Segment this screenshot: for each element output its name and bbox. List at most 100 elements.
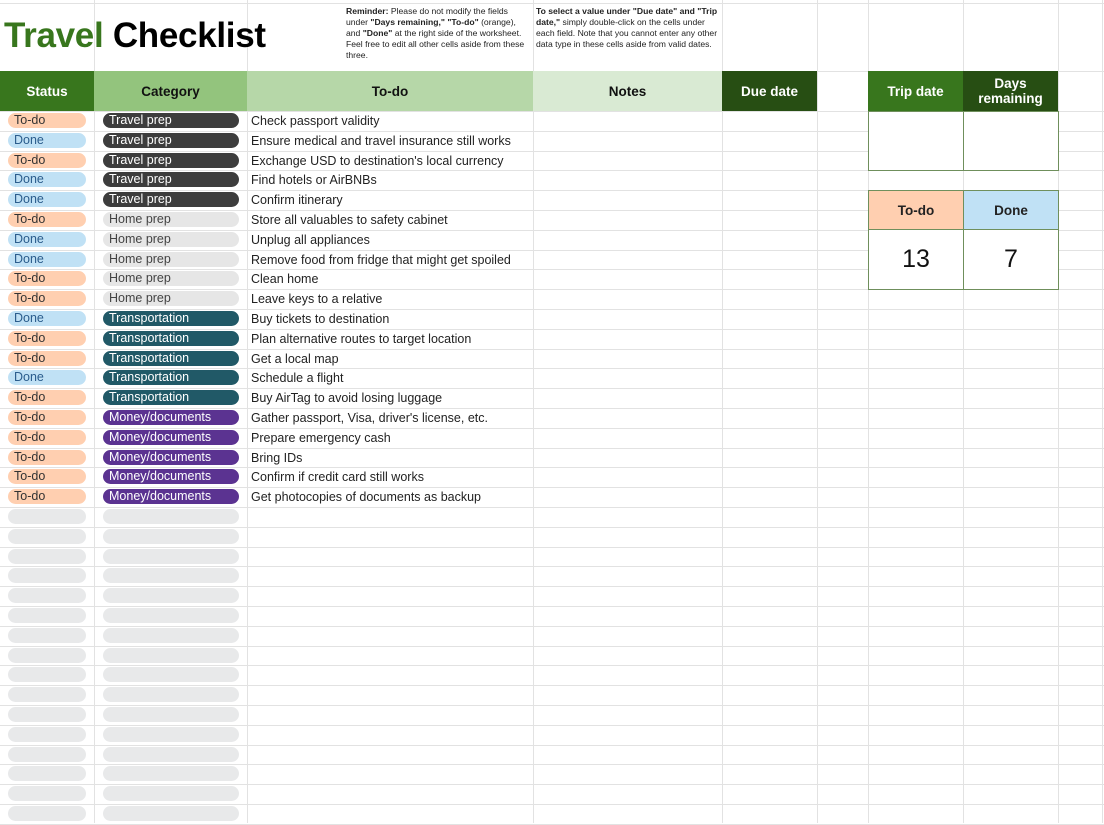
status-dropdown-empty[interactable] [8, 528, 86, 544]
status-dropdown-empty[interactable] [8, 568, 86, 584]
category-dropdown[interactable]: Transportation [103, 330, 239, 346]
category-dropdown[interactable]: Home prep [103, 291, 239, 307]
category-dropdown[interactable]: Home prep [103, 251, 239, 267]
todo-cell[interactable]: Remove food from fridge that might get s… [251, 251, 511, 269]
todo-cell[interactable]: Exchange USD to destination's local curr… [251, 152, 504, 170]
status-dropdown[interactable]: Done [8, 192, 86, 208]
category-dropdown-empty[interactable] [103, 627, 239, 643]
category-dropdown-empty[interactable] [103, 647, 239, 663]
status-dropdown[interactable]: To-do [8, 212, 86, 227]
category-dropdown-empty[interactable] [103, 766, 239, 782]
status-dropdown-empty[interactable] [8, 746, 86, 762]
status-dropdown-empty[interactable] [8, 588, 86, 604]
status-dropdown-empty[interactable] [8, 667, 86, 683]
category-dropdown[interactable]: Money/documents [103, 469, 239, 485]
status-dropdown[interactable]: To-do [8, 489, 86, 505]
category-dropdown[interactable]: Travel prep [103, 152, 239, 168]
category-dropdown-empty[interactable] [103, 608, 239, 623]
status-dropdown-empty[interactable] [8, 548, 86, 564]
header-todo[interactable]: To-do [247, 71, 533, 111]
status-dropdown[interactable]: Done [8, 311, 86, 326]
category-dropdown[interactable]: Travel prep [103, 192, 239, 208]
todo-cell[interactable]: Unplug all appliances [251, 231, 370, 249]
status-dropdown-empty[interactable] [8, 806, 86, 821]
category-dropdown[interactable]: Travel prep [103, 113, 239, 128]
todo-cell[interactable]: Prepare emergency cash [251, 429, 391, 447]
status-dropdown-empty[interactable] [8, 647, 86, 663]
status-dropdown[interactable]: Done [8, 132, 86, 148]
category-dropdown-empty[interactable] [103, 806, 239, 821]
status-dropdown[interactable]: To-do [8, 113, 86, 128]
status-dropdown[interactable]: To-do [8, 390, 86, 406]
status-dropdown[interactable]: To-do [8, 410, 86, 425]
category-dropdown[interactable]: Money/documents [103, 449, 239, 465]
todo-cell[interactable]: Get a local map [251, 350, 339, 368]
status-dropdown-empty[interactable] [8, 687, 86, 703]
todo-cell[interactable]: Plan alternative routes to target locati… [251, 330, 471, 348]
status-dropdown[interactable]: To-do [8, 350, 86, 366]
category-dropdown-empty[interactable] [103, 588, 239, 604]
header-notes[interactable]: Notes [533, 71, 722, 111]
status-dropdown[interactable]: To-do [8, 469, 86, 485]
todo-cell[interactable]: Confirm itinerary [251, 191, 343, 209]
category-dropdown-empty[interactable] [103, 548, 239, 564]
category-dropdown[interactable]: Travel prep [103, 132, 239, 148]
category-dropdown[interactable]: Money/documents [103, 429, 239, 445]
status-dropdown-empty[interactable] [8, 726, 86, 742]
category-dropdown[interactable]: Transportation [103, 370, 239, 386]
todo-cell[interactable]: Find hotels or AirBNBs [251, 171, 377, 189]
header-trip-date[interactable]: Trip date [868, 71, 963, 111]
category-dropdown-empty[interactable] [103, 726, 239, 742]
status-dropdown[interactable]: Done [8, 172, 86, 188]
header-days-remaining[interactable]: Days remaining [963, 71, 1058, 111]
todo-cell[interactable]: Leave keys to a relative [251, 290, 382, 308]
category-dropdown-empty[interactable] [103, 667, 239, 683]
date-select-note[interactable]: To select a value under "Due date" and "… [536, 6, 720, 50]
category-dropdown-empty[interactable] [103, 528, 239, 544]
category-dropdown[interactable]: Transportation [103, 311, 239, 326]
status-dropdown[interactable]: To-do [8, 152, 86, 168]
todo-cell[interactable]: Buy AirTag to avoid losing luggage [251, 389, 442, 407]
category-dropdown[interactable]: Transportation [103, 390, 239, 406]
reminder-note[interactable]: Reminder: Please do not modify the field… [346, 6, 526, 61]
category-dropdown-empty[interactable] [103, 568, 239, 584]
todo-cell[interactable]: Clean home [251, 270, 318, 288]
todo-cell[interactable]: Store all valuables to safety cabinet [251, 211, 448, 229]
todo-cell[interactable]: Gather passport, Visa, driver's license,… [251, 409, 488, 427]
status-dropdown-empty[interactable] [8, 766, 86, 782]
todo-cell[interactable]: Bring IDs [251, 449, 302, 467]
category-dropdown-empty[interactable] [103, 746, 239, 762]
status-dropdown[interactable]: Done [8, 251, 86, 267]
todo-cell[interactable]: Get photocopies of documents as backup [251, 488, 481, 506]
todo-cell[interactable]: Buy tickets to destination [251, 310, 389, 328]
header-status[interactable]: Status [0, 71, 94, 111]
category-dropdown[interactable]: Home prep [103, 231, 239, 247]
category-dropdown[interactable]: Transportation [103, 350, 239, 366]
todo-cell[interactable]: Confirm if credit card still works [251, 468, 424, 486]
category-dropdown-empty[interactable] [103, 687, 239, 703]
status-dropdown-empty[interactable] [8, 509, 86, 524]
category-dropdown-empty[interactable] [103, 509, 239, 524]
category-dropdown[interactable]: Money/documents [103, 489, 239, 505]
status-dropdown[interactable]: Done [8, 231, 86, 247]
status-dropdown[interactable]: Done [8, 370, 86, 386]
header-category[interactable]: Category [94, 71, 247, 111]
status-dropdown-empty[interactable] [8, 707, 86, 722]
todo-cell[interactable]: Ensure medical and travel insurance stil… [251, 132, 511, 150]
header-due-date[interactable]: Due date [722, 71, 817, 111]
status-dropdown[interactable]: To-do [8, 449, 86, 465]
status-dropdown[interactable]: To-do [8, 429, 86, 445]
status-dropdown-empty[interactable] [8, 608, 86, 623]
status-dropdown-empty[interactable] [8, 627, 86, 643]
status-dropdown[interactable]: To-do [8, 271, 86, 287]
category-dropdown-empty[interactable] [103, 786, 239, 802]
todo-cell[interactable]: Check passport validity [251, 112, 380, 130]
category-dropdown-empty[interactable] [103, 707, 239, 722]
status-dropdown[interactable]: To-do [8, 330, 86, 346]
category-dropdown[interactable]: Home prep [103, 212, 239, 227]
todo-cell[interactable]: Schedule a flight [251, 369, 343, 387]
category-dropdown[interactable]: Home prep [103, 271, 239, 287]
status-dropdown[interactable]: To-do [8, 291, 86, 307]
status-dropdown-empty[interactable] [8, 786, 86, 802]
category-dropdown[interactable]: Travel prep [103, 172, 239, 188]
